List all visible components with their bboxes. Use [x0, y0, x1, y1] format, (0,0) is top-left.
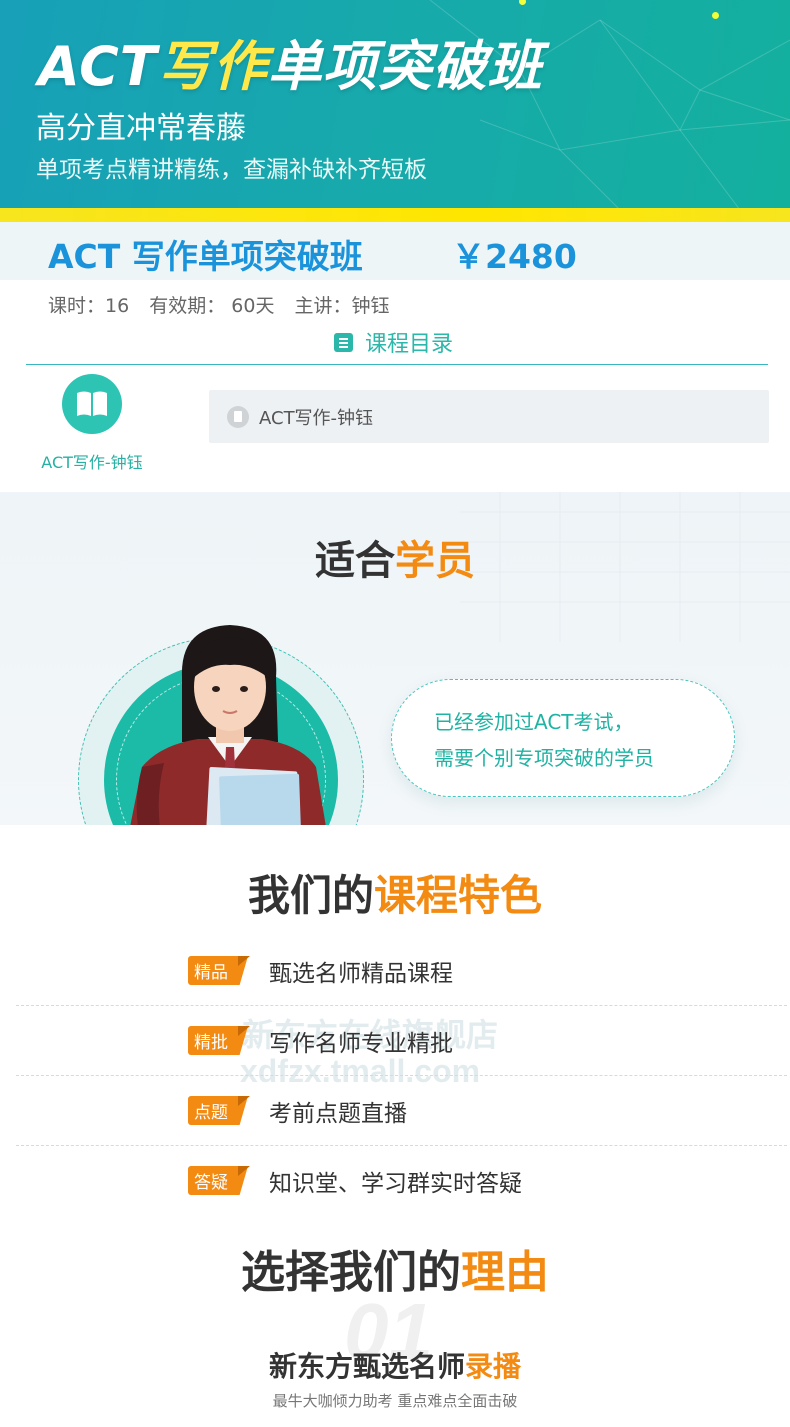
- section-title-features: 我们的课程特色: [0, 862, 790, 923]
- title-dark: 适合: [315, 538, 395, 584]
- course-info: 课时：16 有效期： 60天 主讲：钟钰 课程目录 ACT写作-钟钰 ACT写作…: [0, 280, 790, 492]
- catalog-divider: [26, 364, 768, 365]
- feature-item: 精品 甄选名师精品课程: [16, 936, 787, 1006]
- bubble-line-1: 已经参加过ACT考试，: [434, 710, 634, 734]
- student-description-bubble: 已经参加过ACT考试， 需要个别专项突破的学员: [391, 679, 735, 797]
- feature-text: 甄选名师精品课程: [269, 961, 453, 987]
- reason-subtitle: 最牛大咖倾力助考 重点难点全面击破: [272, 1392, 518, 1410]
- catalog-label: 课程目录: [365, 332, 454, 357]
- list-icon: [334, 332, 353, 352]
- feature-text: 写作名师专业精批: [269, 1031, 453, 1057]
- course-price: ￥2480: [452, 237, 577, 276]
- reason-title: 新东方甄选名师录播: [0, 1345, 790, 1385]
- banner-subtitle: 高分直冲常春藤: [36, 111, 246, 146]
- banner-dot: [712, 12, 719, 19]
- course-hours: 课时：16: [48, 295, 130, 317]
- banner-title-highlight: 写作: [157, 35, 268, 98]
- course-name: ACT 写作单项突破班: [48, 237, 363, 276]
- tab-course-catalog[interactable]: 课程目录: [334, 327, 453, 357]
- title-dark: 我们的: [247, 871, 374, 920]
- hero-banner: ACT写作单项突破班 高分直冲常春藤 单项考点精讲精练，查漏补缺补齐短板: [0, 0, 790, 210]
- bubble-line-2: 需要个别专项突破的学员: [434, 746, 654, 770]
- book-icon: [62, 374, 122, 434]
- title-orange: 课程特色: [374, 871, 543, 920]
- reason-title-orange: 录播: [465, 1350, 522, 1383]
- feature-item: 精批 写作名师专业精批: [16, 1006, 787, 1076]
- lesson-title: ACT写作-钟钰: [259, 407, 374, 429]
- feature-item: 点题 考前点题直播: [16, 1076, 787, 1146]
- section-title-students: 适合学员: [0, 528, 790, 586]
- feature-text: 知识堂、学习群实时答疑: [269, 1171, 522, 1197]
- banner-title-suffix: 单项突破班: [267, 35, 543, 98]
- course-teacher: 主讲：钟钰: [294, 295, 390, 317]
- title-orange: 理由: [461, 1247, 549, 1298]
- document-icon: [227, 405, 249, 428]
- lesson-module-card[interactable]: ACT写作-钟钰: [36, 372, 148, 474]
- banner-title: ACT写作单项突破班: [38, 22, 543, 101]
- title-orange: 学员: [395, 538, 475, 584]
- course-meta: 课时：16 有效期： 60天 主讲：钟钰: [48, 291, 404, 318]
- suitable-students-section: 适合学员 已经参加过ACT考试， 需要个别专项突破的学员: [0, 492, 790, 825]
- lesson-list-item[interactable]: ACT写作-钟钰: [209, 390, 769, 443]
- course-validity: 有效期： 60天: [149, 295, 275, 317]
- banner-tagline: 单项考点精讲精练，查漏补缺补齐短板: [36, 157, 427, 183]
- student-illustration: [130, 625, 326, 825]
- reason-title-dark: 新东方甄选名师: [268, 1350, 465, 1383]
- feature-item: 答疑 知识堂、学习群实时答疑: [16, 1146, 787, 1216]
- banner-title-prefix: ACT: [38, 35, 158, 98]
- lesson-module-label: ACT写作-钟钰: [41, 453, 143, 472]
- banner-divider: [0, 208, 790, 222]
- feature-text: 考前点题直播: [269, 1101, 407, 1127]
- course-header: ACT 写作单项突破班 ￥2480: [0, 222, 790, 280]
